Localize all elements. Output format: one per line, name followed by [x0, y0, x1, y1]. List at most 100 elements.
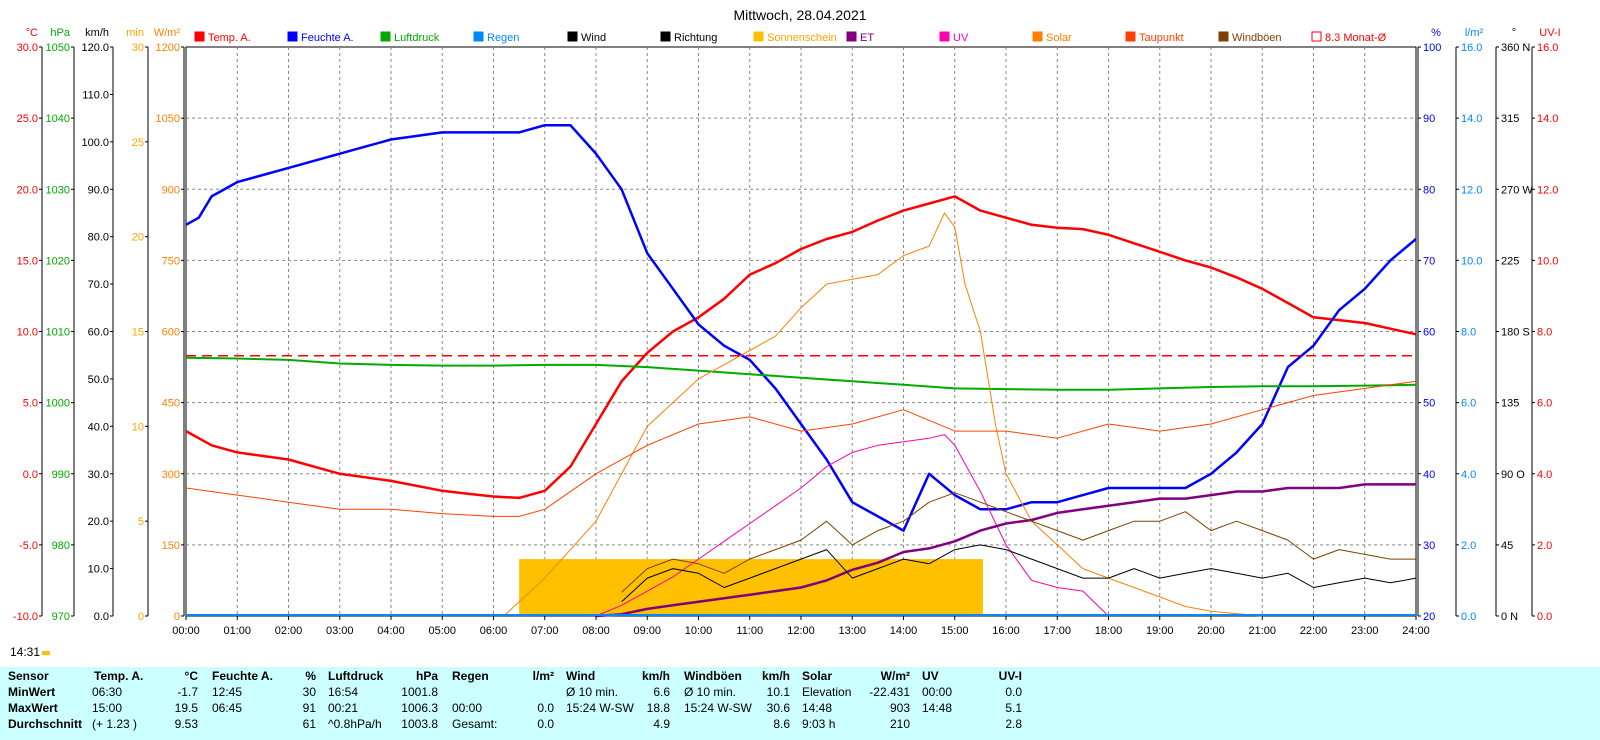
axis-tick-label: 16.0 [1537, 42, 1558, 54]
axis-tick-label: 135 [1501, 398, 1519, 410]
stat-aux: 14:48 [802, 701, 833, 715]
axis-tick-label: 30 [132, 42, 144, 54]
axis-tick-label: 0.0 [94, 611, 109, 623]
stat-unit: W/m² [880, 669, 910, 683]
axis-tick-label: -10.0 [13, 611, 38, 623]
x-tick-label: 23:00 [1351, 625, 1379, 637]
plot-grid [185, 46, 1417, 617]
axis-tick-label: 8.0 [1461, 327, 1476, 339]
weather-chart: Mittwoch, 28.04.2021 Temp. A. Feuchte A. L… [10, 7, 1561, 659]
stat-aux: Gesamt: [452, 717, 498, 731]
axis-tick-label: 15 [132, 327, 144, 339]
stat-aux: Ø 10 min. [684, 685, 737, 699]
axis-tick-label: 20 [1423, 611, 1435, 623]
stat-value: 19.5 [174, 701, 198, 715]
stat-value: -1.7 [177, 685, 198, 699]
axis-tick-label: 10.0 [88, 564, 109, 576]
stat-value: 18.8 [646, 701, 670, 715]
stat-value: 903 [889, 701, 910, 715]
axis-tick-label: 80.0 [88, 232, 109, 244]
axis-tick-label: 14.0 [1461, 113, 1482, 125]
legend-swatch [846, 31, 857, 42]
stat-unit: km/h [761, 669, 790, 683]
x-tick-label: 08:00 [582, 625, 610, 637]
axis-tick-label: 16.0 [1461, 42, 1482, 54]
axis-tick-label: 1010 [46, 327, 70, 339]
stat-value: 9.53 [174, 717, 198, 731]
legend-label: Regen [487, 32, 519, 44]
axis-tick-label: 12.0 [1537, 184, 1558, 196]
axis-tick-label: 60 [1423, 327, 1435, 339]
x-tick-label: 15:00 [941, 625, 969, 637]
stat-unit: l/m² [532, 669, 554, 683]
axis-tick-label: 0 [174, 611, 180, 623]
axis-tick-label: 20 [132, 232, 144, 244]
axis-tick-label: 360 N [1501, 42, 1530, 54]
legend-swatch [660, 31, 671, 42]
axis-tick-label: 70.0 [88, 279, 109, 291]
stat-aux: 00:00 [922, 685, 953, 699]
stat-value: 8.6 [773, 717, 790, 731]
axis-tick-label: 10.0 [1537, 255, 1558, 267]
axis-tick-label: 90 O [1501, 469, 1525, 481]
legend-label: Richtung [674, 32, 717, 44]
axis-tick-label: 750 [162, 255, 180, 267]
axis-tick-label: 45 [1501, 540, 1513, 552]
axis-tick-label: 1030 [46, 184, 70, 196]
axis-tick-label: 0.0 [1537, 611, 1552, 623]
x-tick-label: 04:00 [377, 625, 405, 637]
axis-tick-label: 30.0 [17, 42, 38, 54]
stat-unit: km/h [641, 669, 670, 683]
stat-unit: % [305, 669, 316, 683]
x-axis: 00:00 01:00 02:00 03:00 04:00 05:00 06:00 07:00… [172, 616, 1430, 637]
axis-tick-label: 20.0 [88, 516, 109, 528]
legend-label: Wind [581, 32, 606, 44]
stat-aux: 06:30 [92, 685, 123, 699]
axis-tick-label: 990 [52, 469, 70, 481]
stat-header: Solar [802, 669, 833, 683]
x-tick-label: 18:00 [1095, 625, 1123, 637]
timestamp-sun-marker [42, 651, 50, 655]
axis-unit: ° [1512, 27, 1516, 39]
sunshine-bar [519, 559, 983, 616]
axis-tick-label: 40.0 [88, 421, 109, 433]
axis-tick-label: 300 [162, 469, 180, 481]
axis-tick-label: 1050 [156, 113, 180, 125]
axis-unit: l/m² [1465, 27, 1484, 39]
stat-header: Sensor [8, 669, 49, 683]
axis-tick-label: 90.0 [88, 184, 109, 196]
axis-tick-label: 900 [162, 184, 180, 196]
stat-header: Wind [566, 669, 596, 683]
axis-tick-label: 1000 [46, 398, 70, 410]
stat-value: 210 [889, 717, 910, 731]
stat-value: 5.1 [1005, 701, 1022, 715]
axis-tick-label: 4.0 [1537, 469, 1552, 481]
legend-swatch [194, 31, 205, 42]
axis-tick-label: 5 [138, 516, 144, 528]
legend-label: Temp. A. [208, 32, 251, 44]
x-tick-label: 09:00 [633, 625, 661, 637]
axis-tick-label: 1050 [46, 42, 70, 54]
legend-swatch [1218, 31, 1229, 42]
x-tick-label: 22:00 [1300, 625, 1328, 637]
stat-aux: 15:00 [92, 701, 123, 715]
stat-value: 30 [302, 685, 316, 699]
x-tick-label: 17:00 [1043, 625, 1071, 637]
axis-tick-label: 10 [132, 421, 144, 433]
x-tick-label: 20:00 [1197, 625, 1225, 637]
axis-tick-label: 60.0 [88, 327, 109, 339]
x-tick-label: 05:00 [428, 625, 456, 637]
x-tick-label: 02:00 [275, 625, 303, 637]
axis-tick-label: 1200 [156, 42, 180, 54]
legend-label: Taupunkt [1139, 32, 1184, 44]
legend-label: Sonnenschein [767, 32, 837, 44]
x-tick-label: 06:00 [480, 625, 508, 637]
stat-aux: 00:21 [328, 701, 359, 715]
axis-tick-label: 100 [1423, 42, 1441, 54]
stat-aux: 16:54 [328, 685, 359, 699]
stat-value: 0.0 [537, 717, 554, 731]
axis-tick-label: 180 S [1501, 327, 1530, 339]
axis-tick-label: 15.0 [17, 255, 38, 267]
stat-row-label: MinWert [8, 685, 56, 699]
axis-tick-label: 450 [162, 398, 180, 410]
